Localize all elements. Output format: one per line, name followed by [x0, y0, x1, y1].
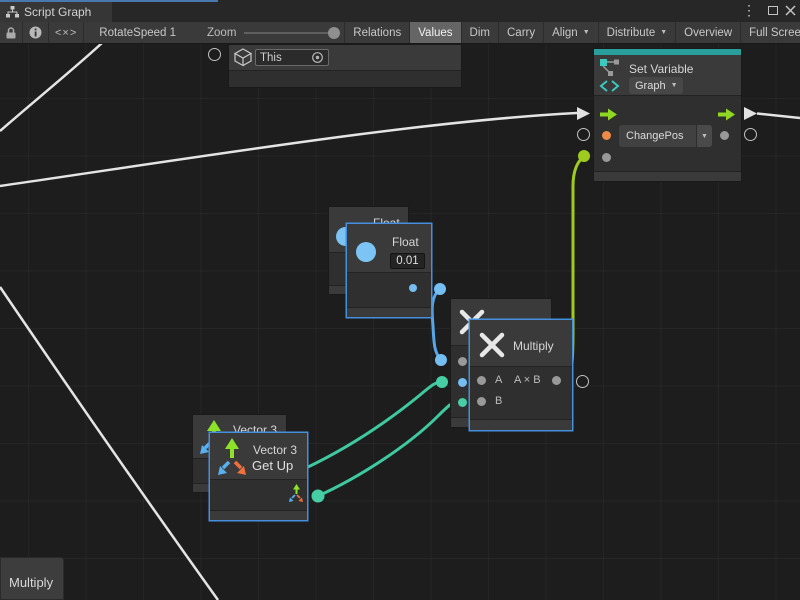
button-overview[interactable]: Overview — [676, 22, 740, 43]
port-hollow-multiply-right[interactable] — [576, 375, 589, 388]
toggle-carry[interactable]: Carry — [499, 22, 543, 43]
graph-name-label[interactable]: RotateSpeed 1 — [99, 27, 176, 39]
maximize-icon[interactable] — [768, 6, 778, 15]
zoom-slider-handle[interactable] — [328, 27, 340, 39]
multiply-icon — [479, 332, 505, 358]
float-node[interactable]: Float 0.01 — [347, 224, 431, 317]
toggle-dim[interactable]: Dim — [462, 22, 498, 43]
multiply-node[interactable]: Multiply A A × B B — [470, 320, 572, 430]
this-node[interactable]: This — [228, 44, 462, 88]
port-hollow-setvariable-left[interactable] — [577, 128, 590, 141]
vector3-icon — [213, 437, 249, 477]
graph-context-group: RotateSpeed 1 Zoom 1x — [84, 22, 344, 43]
port-b[interactable] — [477, 397, 486, 406]
chevron-down-icon: ▼ — [583, 29, 590, 36]
multiply-node-corner[interactable]: Multiply — [0, 557, 64, 600]
tab-script-graph[interactable]: Script Graph — [0, 2, 112, 22]
lock-button[interactable] — [0, 22, 22, 43]
code-view-button[interactable]: <×> — [49, 22, 83, 43]
vector3-mini-icon — [287, 484, 304, 503]
port-variable-out[interactable] — [720, 131, 729, 140]
set-variable-node[interactable]: Set Variable Graph▼ ChangePos ▼ — [593, 48, 742, 182]
close-icon[interactable] — [785, 5, 796, 16]
graph-hierarchy-icon — [6, 6, 19, 18]
port-value-in[interactable] — [602, 153, 611, 162]
menu-kebab-icon[interactable]: ⋮ — [742, 3, 756, 17]
port-in[interactable] — [458, 357, 467, 366]
script-graph-window: { "tab": { "title": "Script Graph" }, "t… — [0, 0, 800, 600]
menu-distribute[interactable]: Distribute▼ — [599, 22, 676, 43]
port-variable-name[interactable] — [602, 131, 611, 140]
vector3-get-up-node[interactable]: Vector 3 Get Up — [210, 433, 307, 520]
chevron-down-icon[interactable]: ▼ — [696, 125, 712, 147]
zoom-slider[interactable] — [244, 32, 336, 34]
float-value-field[interactable]: 0.01 — [390, 253, 425, 269]
variable-kind-dropdown[interactable]: Graph▼ — [629, 77, 683, 94]
gameobject-field[interactable]: This — [255, 49, 329, 66]
tab-title: Script Graph — [24, 5, 91, 19]
toggle-values[interactable]: Values — [410, 22, 460, 43]
port-a-connected[interactable] — [458, 378, 467, 387]
info-button[interactable] — [23, 22, 48, 43]
lock-icon — [6, 27, 16, 39]
port-result-out[interactable] — [552, 376, 561, 385]
float-icon — [356, 242, 376, 262]
title-bar: Script Graph ⋮ — [0, 0, 800, 22]
port-hollow-setvariable-right[interactable] — [744, 128, 757, 141]
zoom-control: Zoom 1x — [207, 27, 357, 39]
gameobject-field-value: This — [260, 52, 282, 64]
chevron-down-icon: ▼ — [671, 82, 678, 89]
info-icon — [29, 26, 42, 39]
toggle-relations[interactable]: Relations — [345, 22, 409, 43]
port-a[interactable] — [477, 376, 486, 385]
menu-align[interactable]: Align▼ — [544, 22, 598, 43]
zoom-label: Zoom — [207, 27, 236, 39]
chevron-down-icon: ▼ — [660, 29, 667, 36]
port-float-out[interactable] — [409, 284, 417, 292]
port-hollow-this-left[interactable] — [208, 48, 221, 61]
graph-toolbar: <×> RotateSpeed 1 Zoom 1x Relations Valu… — [0, 22, 800, 44]
object-picker-icon[interactable] — [311, 51, 324, 64]
flow-output-port[interactable] — [718, 108, 735, 121]
node-title: Set Variable — [629, 62, 693, 76]
flow-input-port[interactable] — [600, 108, 617, 121]
port-b-connected[interactable] — [458, 398, 467, 407]
set-variable-icon — [599, 58, 621, 93]
variable-name-dropdown[interactable]: ChangePos ▼ — [619, 125, 712, 147]
button-full-screen[interactable]: Full Screen — [741, 22, 800, 43]
cube-icon — [233, 48, 253, 67]
